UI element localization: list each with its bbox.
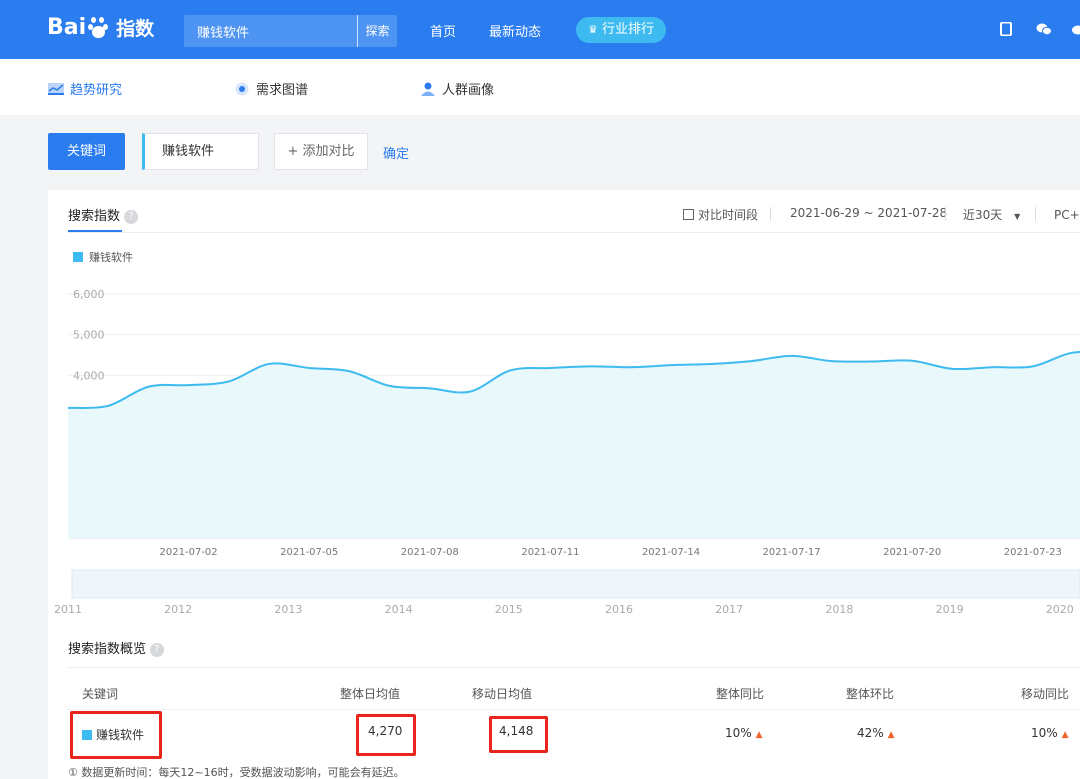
highlight-box [489, 716, 548, 753]
industry-ranking-label: 行业排行 [602, 22, 655, 37]
timeline-slider[interactable] [71, 569, 1080, 599]
x-tick-label: 2021-07-08 [401, 547, 459, 558]
x-tick-label: 2021-07-17 [763, 547, 821, 558]
col-overall-yoy: 整体同比 [716, 687, 765, 701]
confirm-link[interactable]: 确定 [383, 143, 409, 162]
legend-swatch [73, 252, 83, 262]
logo-suffix: 指数 [116, 18, 155, 40]
subnav-label: 趋势研究 [70, 83, 123, 98]
mobile-yoy-text: 10% [1031, 726, 1058, 740]
x-tick-label: 2021-07-11 [521, 547, 579, 558]
update-note: ① 数据更新时间：每天12~16时，受数据波动影响，可能会有延迟。 [68, 766, 405, 779]
y-tick-label: 5,000 [73, 329, 105, 342]
keyword-tab-button[interactable]: 关键词 [48, 133, 125, 170]
overall-yoy-text: 10% [725, 726, 752, 740]
x-tick-label: 2021-07-23 [1004, 547, 1062, 558]
nav-latest-news[interactable]: 最新动态 [489, 21, 541, 40]
x-tick-label: 2021-07-20 [883, 547, 941, 558]
weibo-icon[interactable] [1071, 22, 1080, 36]
legend-label[interactable]: 赚钱软件 [89, 250, 133, 264]
y-tick-label: 4,000 [73, 369, 105, 382]
col-overall-mom: 整体环比 [846, 687, 895, 701]
timeline-year-label: 2019 [936, 603, 964, 616]
subnav-demand-graph[interactable]: 需求图谱 [234, 79, 308, 98]
up-arrow-icon: ▲ [755, 730, 763, 740]
divider [945, 207, 946, 221]
compare-period-checkbox[interactable]: 对比时间段 [683, 206, 758, 223]
overall-mom-value: 42% ▲ [857, 726, 895, 740]
timeline-year-label: 2014 [385, 603, 413, 616]
date-range-picker[interactable]: 2021-06-29 ~ 2021-07-28 [790, 206, 947, 220]
search-index-card: 搜索指数? 对比时间段 2021-06-29 ~ 2021-07-28 近30天… [48, 190, 1080, 779]
up-arrow-icon: ▲ [1061, 730, 1069, 740]
subnav-label: 需求图谱 [256, 83, 309, 98]
target-icon [235, 82, 249, 95]
range-select[interactable]: 近30天 ▼ [963, 206, 1020, 223]
timeline-year-label: 2018 [825, 603, 853, 616]
timeline-year-label: 2015 [495, 603, 523, 616]
search-index-tab[interactable]: 搜索指数? [68, 205, 139, 224]
mobile-icon[interactable] [999, 22, 1013, 36]
subnav-label: 人群画像 [442, 83, 495, 98]
timeline-year-label: 2013 [274, 603, 302, 616]
highlight-box [356, 714, 416, 756]
chevron-down-icon: ▼ [1014, 212, 1021, 221]
x-tick-label: 2021-07-14 [642, 547, 700, 558]
divider [770, 207, 771, 221]
divider [1035, 207, 1036, 221]
timeline-year-label: 2016 [605, 603, 633, 616]
search-input[interactable] [184, 15, 356, 47]
highlight-box [70, 711, 162, 759]
trend-chart-icon [48, 82, 64, 95]
logo-text: Bai [47, 15, 87, 40]
add-compare-button[interactable]: + 添加对比 [274, 133, 368, 170]
timeline-year-label: 2011 [54, 603, 82, 616]
help-icon[interactable]: ? [150, 642, 165, 657]
compare-period-label: 对比时间段 [698, 208, 759, 222]
industry-ranking-button[interactable]: ♛ 行业排行 [576, 17, 666, 43]
paw-icon [88, 16, 112, 39]
ranking-icon: ♛ [587, 23, 598, 36]
divider [68, 709, 1080, 710]
wechat-icon[interactable] [1036, 22, 1052, 36]
range-select-value: 近30天 [963, 208, 1003, 222]
up-arrow-icon: ▲ [887, 730, 895, 740]
x-tick-label: 2021-07-05 [280, 547, 338, 558]
search-button[interactable]: 探索 [357, 15, 397, 47]
user-icon [421, 82, 435, 96]
overview-title: 搜索指数概览? [68, 638, 165, 657]
col-mobile-yoy: 移动同比 [1021, 687, 1070, 701]
tab-label: 搜索指数 [68, 209, 121, 224]
nav-home[interactable]: 首页 [430, 21, 456, 40]
keyword-input[interactable]: 赚钱软件 [142, 133, 259, 170]
top-bar: Bai 指数 探索 首页 最新动态 ♛ 行业排行 [0, 0, 1080, 59]
timeline-year-label: 2017 [715, 603, 743, 616]
col-overall-daily-avg: 整体日均值 [340, 687, 401, 701]
baidu-index-logo[interactable]: Bai 指数 [47, 14, 154, 41]
overall-mom-text: 42% [857, 726, 884, 740]
x-tick-label: 2021-07-02 [160, 547, 218, 558]
mobile-yoy-value: 10% ▲ [1031, 726, 1069, 740]
divider [68, 667, 1080, 668]
col-keyword: 关键词 [82, 687, 119, 701]
col-mobile-daily-avg: 移动日均值 [472, 687, 533, 701]
timeline-year-label: 2020 [1046, 603, 1074, 616]
checkbox-icon [683, 209, 694, 220]
search-box: 探索 [184, 15, 397, 47]
sub-nav: 趋势研究 需求图谱 人群画像 [0, 59, 1080, 115]
y-tick-label: 6,000 [73, 288, 105, 301]
subnav-crowd-portrait[interactable]: 人群画像 [420, 79, 494, 98]
timeline-year-label: 2012 [164, 603, 192, 616]
overall-yoy-value: 10% ▲ [725, 726, 763, 740]
search-index-chart: 6,0005,0004,0003,0002,0001,000 2021-07-0… [54, 250, 1080, 616]
platform-select[interactable]: PC+移 [1054, 206, 1080, 223]
overview-title-text: 搜索指数概览 [68, 642, 147, 657]
divider [68, 232, 1080, 233]
series-area [68, 351, 1080, 538]
subnav-trend-research[interactable]: 趋势研究 [48, 79, 122, 98]
help-icon[interactable]: ? [124, 209, 139, 224]
